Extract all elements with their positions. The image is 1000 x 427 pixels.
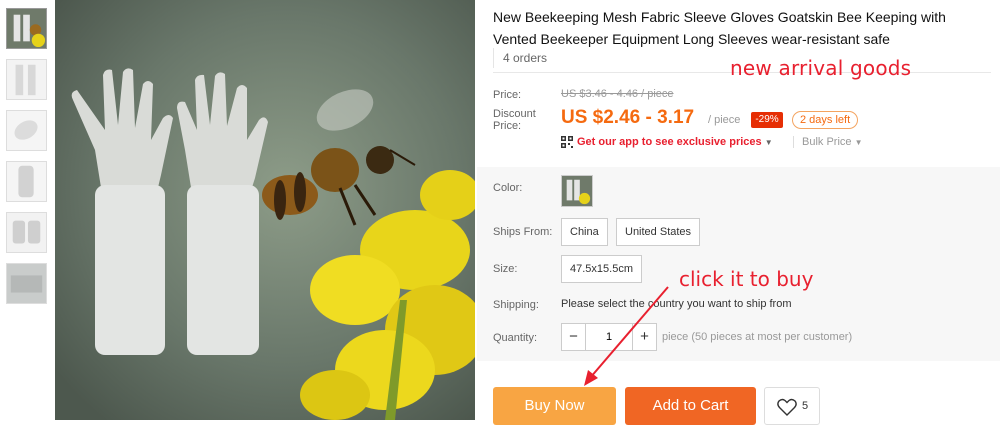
chevron-down-icon: ▼ [764, 138, 773, 147]
shipping-label: Shipping: [493, 299, 539, 311]
shipping-instruction: Please select the country you want to sh… [561, 298, 792, 310]
size-label: Size: [493, 263, 518, 275]
add-to-cart-button[interactable]: Add to Cart [625, 387, 756, 425]
buy-now-button[interactable]: Buy Now [493, 387, 616, 425]
thumbnail-1[interactable] [6, 8, 47, 49]
qr-code-icon [561, 136, 573, 148]
quantity-decrease-button[interactable]: − [562, 324, 586, 350]
app-exclusive-prices-link[interactable]: Get our app to see exclusive prices ▼ [577, 136, 773, 148]
color-label: Color: [493, 182, 523, 194]
quantity-limit-note: piece (50 pieces at most per customer) [662, 331, 853, 343]
wishlist-count: 5 [802, 400, 809, 412]
days-left-badge: 2 days left [792, 111, 859, 129]
thumbnail-5[interactable] [6, 212, 47, 253]
discount-badge: -29% [751, 112, 783, 128]
per-piece-unit: / piece [708, 114, 741, 126]
sale-price: US $2.46 - 3.17 [561, 107, 695, 128]
quantity-stepper: − + [561, 323, 657, 351]
click-to-buy-annotation: click it to buy [679, 267, 814, 291]
bulk-price-dropdown[interactable]: Bulk Price ▼ [793, 136, 863, 148]
thumbnail-6[interactable] [6, 263, 47, 304]
wishlist-button[interactable]: 5 [764, 387, 820, 425]
ships-from-united-states[interactable]: United States [616, 218, 701, 246]
new-arrival-annotation: new arrival goods [730, 56, 912, 80]
thumbnail-3[interactable] [6, 110, 47, 151]
thumbnail-2[interactable] [6, 59, 47, 100]
main-product-image [55, 0, 475, 420]
product-title: New Beekeeping Mesh Fabric Sleeve Gloves… [493, 9, 946, 47]
thumbnail-4[interactable] [6, 161, 47, 202]
thumbnail-strip [6, 8, 48, 314]
size-option[interactable]: 47.5x15.5cm [561, 255, 642, 283]
price-label: Price: [493, 89, 522, 101]
quantity-increase-button[interactable]: + [632, 324, 656, 350]
discount-price-label: Discount Price: [493, 108, 536, 132]
original-price: US $3.46 - 4.46 / piece [561, 88, 674, 100]
ships-from-china[interactable]: China [561, 218, 608, 246]
chevron-down-icon: ▼ [854, 138, 863, 147]
quantity-label: Quantity: [493, 332, 538, 344]
quantity-input[interactable] [586, 324, 632, 350]
ships-from-label: Ships From: [493, 226, 553, 238]
heart-icon [777, 398, 797, 416]
color-swatch[interactable] [561, 175, 593, 207]
orders-count: 4 orders [493, 48, 547, 68]
